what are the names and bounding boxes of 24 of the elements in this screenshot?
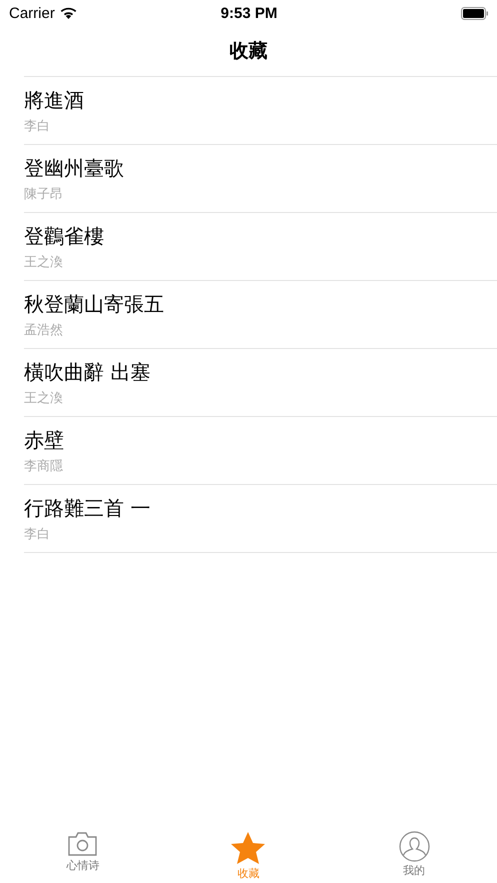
poem-author: 李白	[24, 118, 50, 134]
battery-icon	[461, 6, 489, 20]
poem-author: 孟浩然	[24, 322, 63, 338]
person-icon	[398, 831, 430, 862]
poem-title[interactable]: 登幽州臺歌	[24, 154, 124, 182]
nav-title: 收藏	[230, 39, 268, 64]
poem-title[interactable]: 赤壁	[24, 426, 64, 454]
poem-title[interactable]: 將進酒	[24, 86, 84, 114]
star-icon	[230, 831, 266, 865]
poem-author: 李商隱	[24, 458, 63, 474]
poem-author: 陳子昂	[24, 186, 63, 202]
poem-title[interactable]: 登鸛雀樓	[24, 222, 104, 250]
poem-title[interactable]: 橫吹曲辭 出塞	[24, 358, 150, 386]
camera-icon	[67, 831, 98, 857]
wifi-icon	[60, 7, 77, 19]
poem-author: 王之渙	[24, 254, 63, 270]
poem-author: 李白	[24, 526, 50, 542]
tab-bar-item[interactable]: 我的	[331, 826, 497, 883]
poem-author: 王之渙	[24, 390, 63, 406]
carrier-label: Carrier	[9, 4, 55, 22]
poem-title[interactable]: 秋登蘭山寄張五	[24, 290, 164, 318]
status-time: 9:53 PM	[220, 4, 278, 22]
tab-bar-item[interactable]: 心情诗	[0, 826, 166, 883]
poem-title[interactable]: 行路難三首 一	[24, 494, 150, 522]
